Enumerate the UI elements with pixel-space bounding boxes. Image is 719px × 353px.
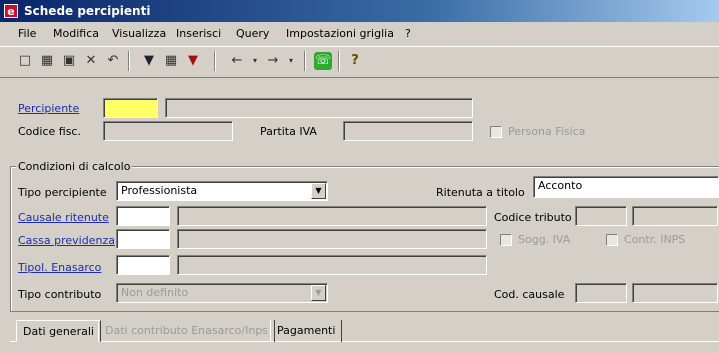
- window-title: Schede percipienti: [24, 4, 151, 18]
- title-bar: e Schede percipienti: [0, 0, 719, 22]
- partita-iva-field: [343, 121, 473, 141]
- causale-ritenute-link[interactable]: Causale ritenute: [18, 211, 109, 224]
- cod-causale-desc-field: [632, 283, 718, 303]
- causale-desc-field: [177, 206, 487, 226]
- partita-iva-label: Partita IVA: [260, 125, 317, 138]
- menu-query[interactable]: Query: [236, 24, 269, 44]
- percipiente-code-input[interactable]: [103, 98, 158, 118]
- menu-visualizza[interactable]: Visualizza: [112, 24, 166, 44]
- codice-tributo-desc-field: [632, 206, 718, 226]
- delete-icon[interactable]: ✕: [82, 52, 100, 70]
- menu-impostazioni-griglia[interactable]: Impostazioni griglia: [286, 24, 394, 44]
- cassa-previdenza-link[interactable]: Cassa previdenza: [18, 234, 115, 247]
- app-icon: e: [4, 4, 18, 18]
- tipo-contributo-select[interactable]: Non definito ▼: [116, 283, 328, 303]
- codice-fisc-field: [103, 121, 233, 141]
- percipiente-link[interactable]: Percipiente: [18, 102, 79, 115]
- cod-causale-label: Cod. causale: [494, 288, 565, 301]
- chevron-down-icon[interactable]: ▼: [311, 183, 326, 199]
- sogg-iva-checkbox[interactable]: [500, 234, 512, 246]
- menu-inserisci[interactable]: Inserisci: [176, 24, 221, 44]
- ritenuta-field[interactable]: Acconto: [533, 176, 719, 198]
- sogg-iva-label: Sogg. IVA: [518, 233, 571, 246]
- menu-help[interactable]: ?: [405, 24, 411, 44]
- cassa-code-input[interactable]: [116, 229, 170, 249]
- codice-tributo-field: [575, 206, 627, 226]
- condizioni-title: Condizioni di calcolo: [16, 160, 133, 173]
- tab-dati-contributo[interactable]: Dati contributo Enasarco/Inps: [98, 320, 276, 342]
- filter-clear-icon[interactable]: ▼: [184, 52, 202, 70]
- grid-icon[interactable]: ▦: [162, 52, 180, 70]
- toolbar: □ ▦ ▣ ✕ ↶ ▼ ▦ ▼ ← ▾ → ▾ ☏ ?: [0, 46, 719, 78]
- phone-icon[interactable]: ☏: [314, 52, 332, 70]
- help-icon[interactable]: ?: [346, 52, 364, 70]
- forward-arrow-icon[interactable]: →: [264, 52, 282, 70]
- undo-icon[interactable]: ↶: [104, 52, 122, 70]
- menu-modifica[interactable]: Modifica: [53, 24, 99, 44]
- menu-bar: File Modifica Visualizza Inserisci Query…: [0, 24, 719, 44]
- toolbar-separator: [304, 51, 306, 71]
- codice-tributo-label: Codice tributo: [494, 211, 572, 224]
- codice-fisc-label: Codice fisc.: [18, 125, 81, 138]
- ritenuta-label: Ritenuta a titolo: [436, 186, 525, 199]
- cassa-desc-field: [177, 229, 487, 249]
- toolbar-separator: [338, 51, 340, 71]
- percipiente-name-field: [165, 98, 473, 118]
- persona-fisica-checkbox[interactable]: [490, 126, 502, 138]
- contr-inps-checkbox[interactable]: [606, 234, 618, 246]
- persona-fisica-label: Persona Fisica: [508, 125, 586, 138]
- tipo-percipiente-select[interactable]: Professionista ▼: [116, 181, 328, 201]
- enasarco-desc-field: [177, 255, 487, 275]
- save-grid-icon[interactable]: ▦: [38, 52, 56, 70]
- new-icon[interactable]: □: [16, 52, 34, 70]
- back-arrow-icon[interactable]: ←: [228, 52, 246, 70]
- chevron-down-icon[interactable]: ▾: [282, 52, 300, 70]
- tab-pagamenti[interactable]: Pagamenti: [270, 320, 343, 342]
- tipol-enasarco-link[interactable]: Tipol. Enasarco: [18, 261, 101, 274]
- causale-code-input[interactable]: [116, 206, 170, 226]
- save-icon[interactable]: ▣: [60, 52, 78, 70]
- tipo-percipiente-label: Tipo percipiente: [18, 186, 107, 199]
- tab-dati-generali[interactable]: Dati generali: [16, 320, 101, 342]
- enasarco-code-input[interactable]: [116, 255, 170, 275]
- contr-inps-label: Contr. INPS: [624, 233, 686, 246]
- chevron-down-icon[interactable]: ▼: [311, 285, 326, 301]
- menu-file[interactable]: File: [18, 24, 36, 44]
- tipo-contributo-label: Tipo contributo: [18, 288, 102, 301]
- toolbar-separator: [128, 51, 130, 71]
- filter-icon[interactable]: ▼: [140, 52, 158, 70]
- chevron-down-icon[interactable]: ▾: [246, 52, 264, 70]
- toolbar-separator: [214, 51, 216, 71]
- cod-causale-field: [575, 283, 627, 303]
